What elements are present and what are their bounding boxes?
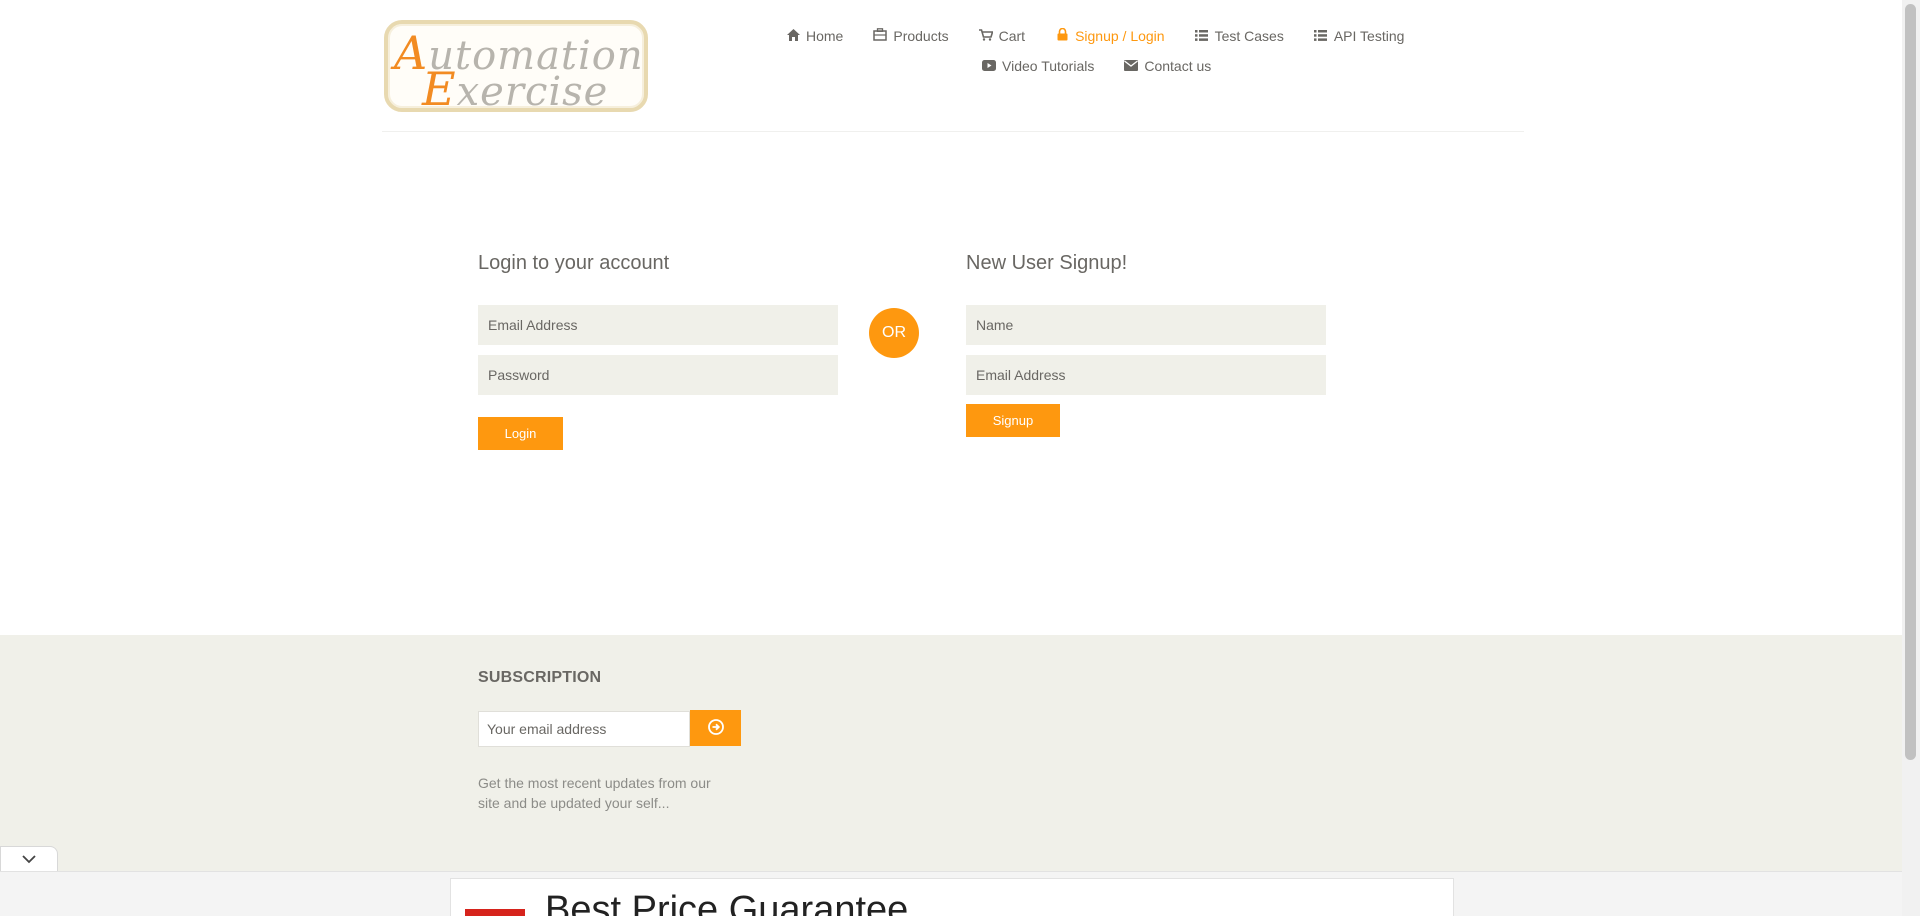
nav-video-tutorials-label: Video Tutorials <box>1002 58 1095 74</box>
ad-brand-logo <box>465 909 525 916</box>
home-icon <box>786 28 800 44</box>
or-divider: OR <box>869 308 919 358</box>
nav-test-cases-label: Test Cases <box>1214 28 1284 44</box>
subscription-description: Get the most recent updates from our sit… <box>478 775 711 811</box>
subscription-email-input[interactable] <box>478 711 690 747</box>
nav-cart-label: Cart <box>998 28 1026 44</box>
signup-button[interactable]: Signup <box>966 404 1060 437</box>
logo-text-2: xercise <box>456 69 609 115</box>
logo-cap-e: E <box>422 62 457 116</box>
login-email-input[interactable] <box>478 305 838 345</box>
logo-line-2: Exercise <box>422 62 608 116</box>
subscribe-button[interactable] <box>690 710 741 746</box>
ad-banner: Best Price Guarantee <box>0 871 1902 916</box>
nav-contact-us-label: Contact us <box>1144 58 1212 74</box>
briefcase-icon <box>873 28 888 44</box>
ad-box[interactable]: Best Price Guarantee <box>450 878 1454 916</box>
login-title: Login to your account <box>478 252 670 274</box>
nav-video-tutorials[interactable]: Video Tutorials <box>982 58 1094 74</box>
arrow-circle-right-icon <box>707 718 724 738</box>
signup-email-input[interactable] <box>966 355 1326 395</box>
ad-headline: Best Price Guarantee <box>545 889 909 916</box>
scrollbar-thumb[interactable] <box>1905 4 1916 760</box>
site-header: Automation Exercise Home Products Cart S… <box>0 0 1920 132</box>
lock-icon <box>1055 27 1069 44</box>
nav-products-label: Products <box>893 28 949 44</box>
site-logo[interactable]: Automation Exercise <box>384 20 648 116</box>
nav-signup-login[interactable]: Signup / Login <box>1055 27 1165 44</box>
header-container: Automation Exercise Home Products Cart S… <box>382 0 1524 132</box>
chevron-down-icon <box>22 851 36 869</box>
nav-signup-login-label: Signup / Login <box>1075 28 1165 44</box>
nav-test-cases[interactable]: Test Cases <box>1195 28 1284 44</box>
cart-icon <box>978 28 994 44</box>
page-scrollbar[interactable] <box>1902 0 1920 916</box>
nav-home-label: Home <box>806 28 844 44</box>
signup-name-input[interactable] <box>966 305 1326 345</box>
youtube-icon <box>982 59 996 74</box>
nav-api-testing[interactable]: API Testing <box>1314 28 1405 44</box>
signup-title: New User Signup! <box>966 252 1128 274</box>
nav-row-1: Home Products Cart Signup / Login Test C… <box>786 27 1406 44</box>
subscription-title: SUBSCRIPTION <box>478 669 602 686</box>
nav-cart[interactable]: Cart <box>978 28 1026 44</box>
list-icon <box>1195 29 1209 44</box>
nav-products[interactable]: Products <box>873 28 949 44</box>
nav-contact-us[interactable]: Contact us <box>1124 58 1211 74</box>
login-password-input[interactable] <box>478 355 838 395</box>
login-button[interactable]: Login <box>478 417 563 450</box>
envelope-icon <box>1124 59 1139 74</box>
nav-api-testing-label: API Testing <box>1333 28 1405 44</box>
nav-row-2: Video Tutorials Contact us <box>982 58 1241 74</box>
ad-collapse-toggle[interactable] <box>0 846 58 872</box>
list-icon <box>1314 29 1328 44</box>
nav-home[interactable]: Home <box>786 28 843 44</box>
